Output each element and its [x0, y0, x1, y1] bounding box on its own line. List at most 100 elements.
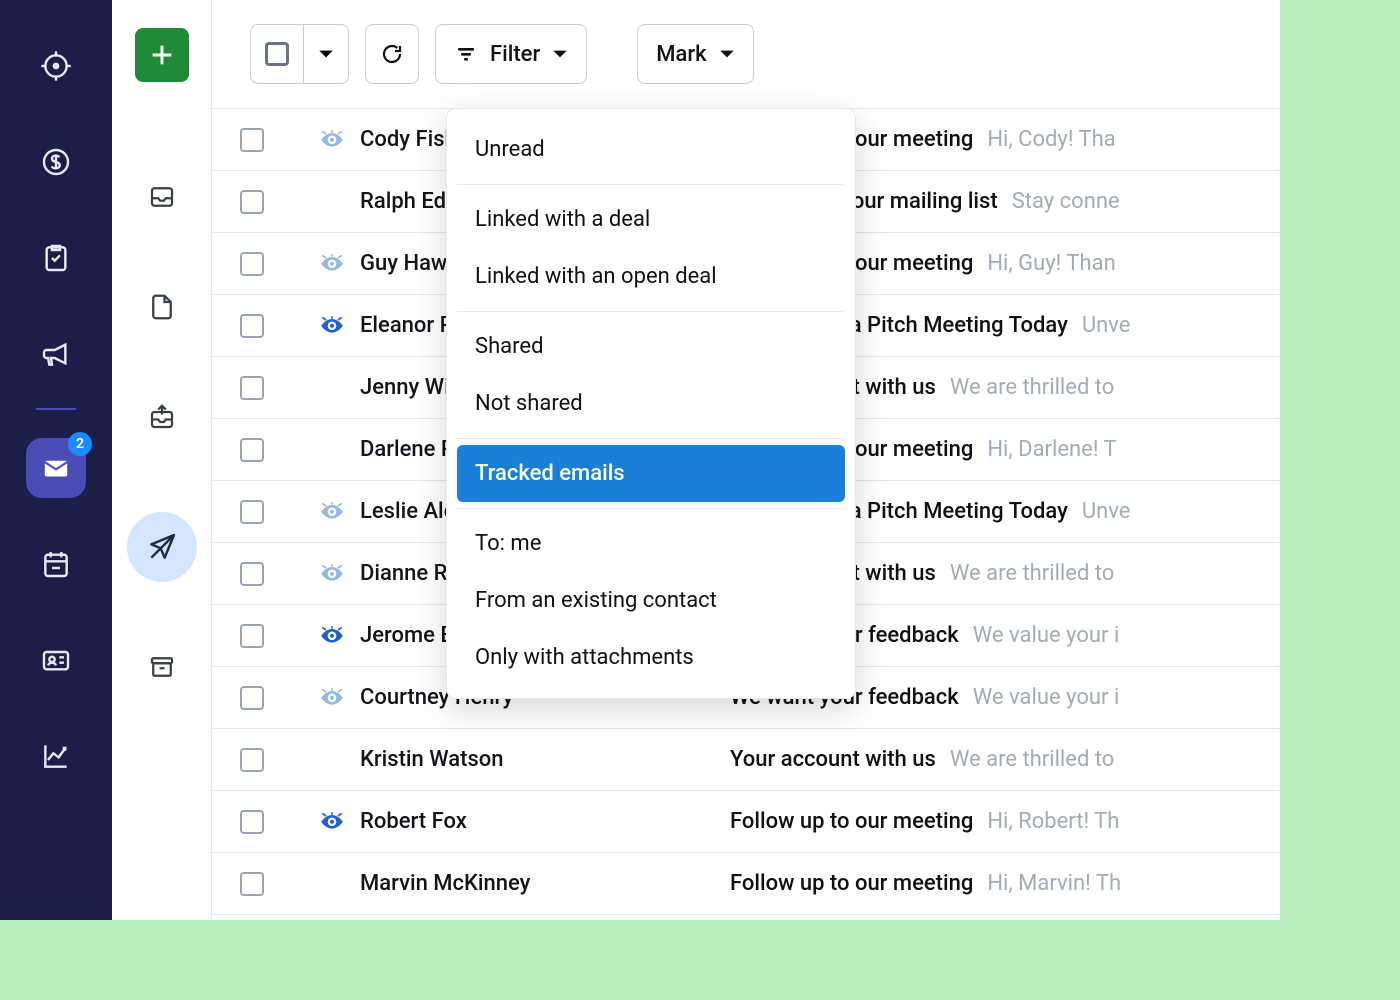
chevron-down-icon — [719, 46, 735, 62]
tracked-icon — [304, 812, 360, 832]
email-preview: Hi, Marvin! Th — [987, 871, 1121, 896]
nav-rail: 2 — [0, 0, 112, 920]
filter-option[interactable]: Unread — [457, 121, 845, 178]
filter-option[interactable]: Shared — [457, 318, 845, 375]
plus-icon — [148, 41, 176, 69]
filter-option[interactable]: Only with attachments — [457, 629, 845, 686]
row-checkbox[interactable] — [240, 252, 264, 276]
nav-insights[interactable] — [26, 726, 86, 786]
row-checkbox[interactable] — [240, 376, 264, 400]
chart-icon — [40, 740, 72, 772]
email-preview: We value your i — [973, 623, 1120, 648]
folder-inbox[interactable] — [137, 172, 187, 222]
email-preview: Unve — [1082, 499, 1131, 524]
row-checkbox[interactable] — [240, 624, 264, 648]
filter-group: Linked with a dealLinked with an open de… — [457, 185, 845, 312]
folder-outbox[interactable] — [137, 392, 187, 442]
email-preview: Hi, Darlene! T — [987, 437, 1116, 462]
row-checkbox[interactable] — [240, 314, 264, 338]
filter-group: Unread — [457, 115, 845, 185]
filter-button[interactable]: Filter — [435, 24, 587, 84]
nav-mail[interactable]: 2 — [26, 438, 86, 498]
nav-calendar[interactable] — [26, 534, 86, 594]
megaphone-icon — [40, 338, 72, 370]
tracked-icon — [304, 626, 360, 646]
filter-group: To: meFrom an existing contactOnly with … — [457, 509, 845, 692]
filter-option[interactable]: From an existing contact — [457, 572, 845, 629]
tracked-icon — [304, 130, 360, 150]
email-row[interactable]: Kristin WatsonYour account with usWe are… — [212, 729, 1280, 791]
email-preview: Hi, Robert! Th — [987, 809, 1119, 834]
sender-name: Kristin Watson — [360, 747, 730, 772]
folder-archive[interactable] — [137, 642, 187, 692]
tracked-icon — [304, 564, 360, 584]
nav-tasks[interactable] — [26, 228, 86, 288]
outbox-icon — [147, 402, 177, 432]
drafts-icon — [147, 292, 177, 322]
checklist-icon — [40, 242, 72, 274]
chevron-down-icon — [318, 46, 334, 62]
filter-group: SharedNot shared — [457, 312, 845, 439]
mail-icon — [40, 452, 72, 484]
chevron-down-icon — [552, 46, 568, 62]
filter-group: Tracked emails — [457, 439, 845, 509]
row-checkbox[interactable] — [240, 810, 264, 834]
toolbar: Filter Mark — [212, 0, 1280, 109]
email-subject: Follow up to our meeting — [730, 809, 973, 834]
filter-option[interactable]: Not shared — [457, 375, 845, 432]
folder-drafts[interactable] — [137, 282, 187, 332]
select-all-dropdown[interactable] — [303, 25, 348, 83]
compose-button[interactable] — [135, 28, 189, 82]
calendar-icon — [40, 548, 72, 580]
email-row[interactable]: Marvin McKinneyFollow up to our meeting H… — [212, 853, 1280, 915]
folder-rail — [112, 0, 212, 920]
target-icon — [40, 50, 72, 82]
email-preview: We value your i — [973, 685, 1120, 710]
email-preview: Hi, Cody! Tha — [987, 127, 1115, 152]
sender-name: Marvin McKinney — [360, 871, 730, 896]
email-preview: Unve — [1082, 313, 1131, 338]
row-checkbox[interactable] — [240, 438, 264, 462]
inbox-icon — [147, 182, 177, 212]
email-preview: We are thrilled to — [950, 561, 1115, 586]
mark-button[interactable]: Mark — [637, 24, 753, 84]
nav-contacts[interactable] — [26, 630, 86, 690]
refresh-button[interactable] — [365, 24, 419, 84]
filter-label: Filter — [490, 42, 540, 67]
email-preview: Hi, Guy! Than — [987, 251, 1115, 276]
email-preview: Stay conne — [1012, 189, 1120, 214]
tracked-icon — [304, 254, 360, 274]
nav-deals[interactable] — [26, 132, 86, 192]
select-all-checkbox[interactable] — [251, 25, 303, 83]
filter-option[interactable]: Tracked emails — [457, 445, 845, 502]
email-row[interactable]: Robert FoxFollow up to our meeting Hi, Ro… — [212, 791, 1280, 853]
filter-dropdown: Unread Linked with a dealLinked with an o… — [446, 108, 856, 699]
contact-card-icon — [40, 644, 72, 676]
sender-name: Robert Fox — [360, 809, 730, 834]
row-checkbox[interactable] — [240, 872, 264, 896]
row-checkbox[interactable] — [240, 748, 264, 772]
filter-option[interactable]: To: me — [457, 515, 845, 572]
email-preview: We are thrilled to — [950, 375, 1115, 400]
tracked-icon — [304, 502, 360, 522]
filter-icon — [454, 42, 478, 66]
refresh-icon — [380, 42, 404, 66]
mail-badge: 2 — [68, 432, 92, 456]
filter-option[interactable]: Linked with an open deal — [457, 248, 845, 305]
row-checkbox[interactable] — [240, 500, 264, 524]
email-subject: Your account with us — [730, 747, 936, 772]
nav-campaigns[interactable] — [26, 324, 86, 384]
folder-sent[interactable] — [127, 512, 197, 582]
email-subject: Follow up to our meeting — [730, 871, 973, 896]
row-checkbox[interactable] — [240, 562, 264, 586]
row-checkbox[interactable] — [240, 686, 264, 710]
row-checkbox[interactable] — [240, 128, 264, 152]
nav-target[interactable] — [26, 36, 86, 96]
tracked-icon — [304, 688, 360, 708]
row-checkbox[interactable] — [240, 190, 264, 214]
dollar-icon — [40, 146, 72, 178]
mark-label: Mark — [656, 42, 706, 67]
filter-option[interactable]: Linked with a deal — [457, 191, 845, 248]
tracked-icon — [304, 316, 360, 336]
nav-divider — [36, 408, 76, 410]
